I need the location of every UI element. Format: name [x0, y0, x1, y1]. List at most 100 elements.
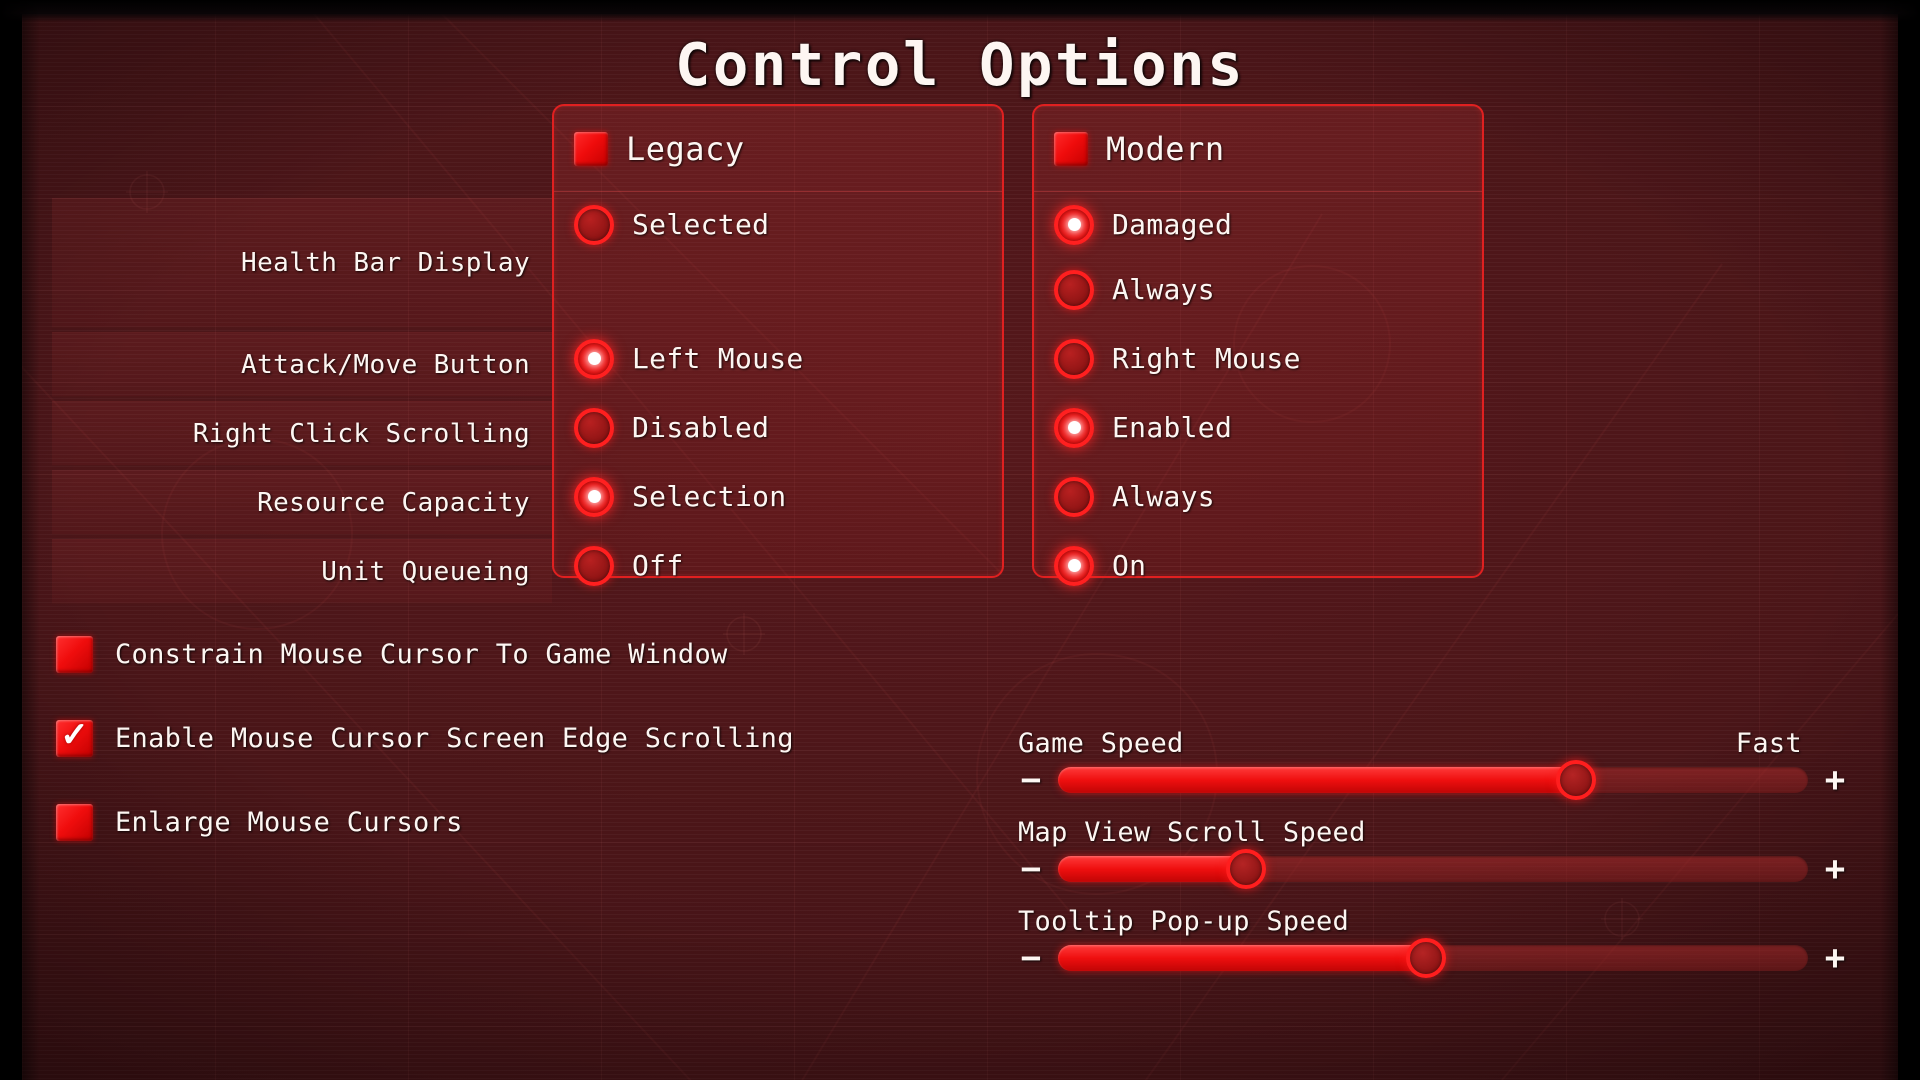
setting-label-unit-queueing: Unit Queueing: [52, 539, 552, 604]
slider-decrease-button[interactable]: −: [1018, 763, 1044, 797]
option-label: On: [1112, 549, 1147, 582]
radio-selected-dot: [587, 352, 601, 365]
slider-track[interactable]: [1058, 938, 1808, 978]
option-row[interactable]: Always: [1034, 257, 1482, 322]
option-label: Off: [632, 549, 684, 582]
slider-track[interactable]: [1058, 849, 1808, 889]
setting-label-health-bar-display: Health Bar Display: [52, 198, 552, 328]
legacy-group: Selection: [554, 464, 1002, 529]
settings-label-column: Health Bar Display Attack/Move Button Righ…: [52, 198, 552, 608]
option-row[interactable]: Off: [554, 533, 1002, 598]
option-row[interactable]: On: [1034, 533, 1482, 598]
option-row[interactable]: Disabled: [554, 395, 1002, 460]
option-label: Always: [1112, 273, 1215, 306]
checkbox-row[interactable]: ✓ Enable Mouse Cursor Screen Edge Scrolli…: [56, 696, 794, 780]
slider-fill: [1058, 856, 1246, 882]
setting-label-attack-move-button: Attack/Move Button: [52, 332, 552, 397]
radio-enabled[interactable]: [1054, 407, 1094, 448]
radio-selection[interactable]: [574, 476, 614, 517]
option-label: Damaged: [1112, 208, 1233, 241]
legacy-group: Disabled: [554, 395, 1002, 460]
radio-selected-dot: [587, 490, 601, 503]
modern-group: Always: [1034, 464, 1482, 529]
radio-always[interactable]: [1054, 269, 1094, 310]
option-row[interactable]: Right Mouse: [1034, 326, 1482, 391]
setting-label-right-click-scrolling: Right Click Scrolling: [52, 401, 552, 466]
slider-label: Map View Scroll Speed: [1018, 817, 1366, 848]
modern-panel-title: Modern: [1106, 129, 1225, 168]
slider-increase-button[interactable]: +: [1822, 941, 1848, 975]
radio-selected-dot: [1067, 559, 1081, 572]
slider-group: Game Speed Fast − +: [1018, 728, 1848, 800]
slider-label: Tooltip Pop-up Speed: [1018, 906, 1350, 937]
legacy-panel-title: Legacy: [626, 129, 745, 168]
option-label: Left Mouse: [632, 342, 804, 375]
option-row[interactable]: Enabled: [1034, 395, 1482, 460]
slider-thumb[interactable]: [1225, 849, 1266, 889]
setting-label-resource-capacity: Resource Capacity: [52, 470, 552, 535]
slider-thumb[interactable]: [1405, 938, 1446, 978]
radio-right-mouse[interactable]: [1054, 338, 1094, 379]
slider-row: − +: [1018, 849, 1848, 889]
slider-increase-button[interactable]: +: [1822, 852, 1848, 886]
option-row[interactable]: Always: [1034, 464, 1482, 529]
option-row[interactable]: Left Mouse: [554, 326, 1002, 391]
checkbox-label: Enlarge Mouse Cursors: [115, 806, 463, 838]
radio-off[interactable]: [574, 545, 614, 586]
option-label: Selection: [632, 480, 787, 513]
slider-header: Tooltip Pop-up Speed: [1018, 906, 1848, 937]
option-label: Always: [1112, 480, 1215, 513]
slider-fill: [1058, 767, 1576, 793]
checkbox-label: Constrain Mouse Cursor To Game Window: [115, 638, 728, 670]
option-row[interactable]: Selected: [554, 192, 1002, 257]
modern-group: Damaged Always: [1034, 192, 1482, 322]
modern-group: Right Mouse: [1034, 326, 1482, 391]
checkbox-constrain-mouse-cursor-to-game-window[interactable]: [56, 635, 93, 673]
legacy-indicator-square[interactable]: [574, 131, 608, 166]
modern-indicator-square[interactable]: [1054, 131, 1088, 166]
option-label: Disabled: [632, 411, 770, 444]
slider-group: Map View Scroll Speed − +: [1018, 817, 1848, 889]
legacy-options-panel: Legacy Selected Left Mouse Disabled Selecti…: [552, 104, 1004, 586]
slider-fill: [1058, 945, 1426, 971]
legacy-group: Left Mouse: [554, 326, 1002, 391]
checkbox-enable-mouse-cursor-screen-edge-scrolling[interactable]: ✓: [56, 716, 93, 757]
slider-header: Map View Scroll Speed: [1018, 817, 1848, 848]
modern-options-panel: Modern Damaged Always Right Mouse Enabled Al…: [1032, 104, 1484, 586]
slider-decrease-button[interactable]: −: [1018, 852, 1044, 886]
slider-label: Game Speed: [1018, 728, 1184, 759]
option-label: Enabled: [1112, 411, 1233, 444]
legacy-option-list: Selected Left Mouse Disabled Selection Off: [554, 192, 1002, 598]
modern-option-list: Damaged Always Right Mouse Enabled Always On: [1034, 192, 1482, 598]
slider-max-label: Fast: [1735, 728, 1802, 759]
radio-on[interactable]: [1054, 545, 1094, 586]
radio-always[interactable]: [1054, 476, 1094, 517]
checkbox-enlarge-mouse-cursors[interactable]: [56, 803, 93, 841]
slider-track[interactable]: [1058, 760, 1808, 800]
checkbox-label: Enable Mouse Cursor Screen Edge Scrollin…: [115, 722, 794, 754]
control-options-screen: Control Options Health Bar Display Attack…: [0, 0, 1920, 1080]
page-title: Control Options: [674, 30, 1246, 99]
checkbox-row[interactable]: Constrain Mouse Cursor To Game Window: [56, 612, 794, 696]
radio-damaged[interactable]: [1054, 204, 1094, 245]
checkbox-row[interactable]: Enlarge Mouse Cursors: [56, 780, 794, 864]
speed-sliders-section: Game Speed Fast − + Map View Scroll Speed − + T…: [1018, 728, 1848, 995]
radio-left-mouse[interactable]: [574, 338, 614, 379]
modern-group: On: [1034, 533, 1482, 598]
legacy-group: Selected: [554, 192, 1002, 322]
slider-group: Tooltip Pop-up Speed − +: [1018, 906, 1848, 978]
radio-selected-dot: [1067, 218, 1081, 231]
radio-disabled[interactable]: [574, 407, 614, 448]
option-label: Selected: [632, 208, 770, 241]
modern-panel-header: Modern: [1034, 106, 1482, 192]
check-icon: ✓: [60, 716, 89, 754]
slider-increase-button[interactable]: +: [1822, 763, 1848, 797]
legacy-group: Off: [554, 533, 1002, 598]
radio-selected[interactable]: [574, 204, 614, 245]
option-row[interactable]: Selection: [554, 464, 1002, 529]
slider-decrease-button[interactable]: −: [1018, 941, 1044, 975]
slider-thumb[interactable]: [1555, 760, 1596, 800]
option-row[interactable]: Damaged: [1034, 192, 1482, 257]
option-label: Right Mouse: [1112, 342, 1301, 375]
radio-selected-dot: [1067, 421, 1081, 434]
